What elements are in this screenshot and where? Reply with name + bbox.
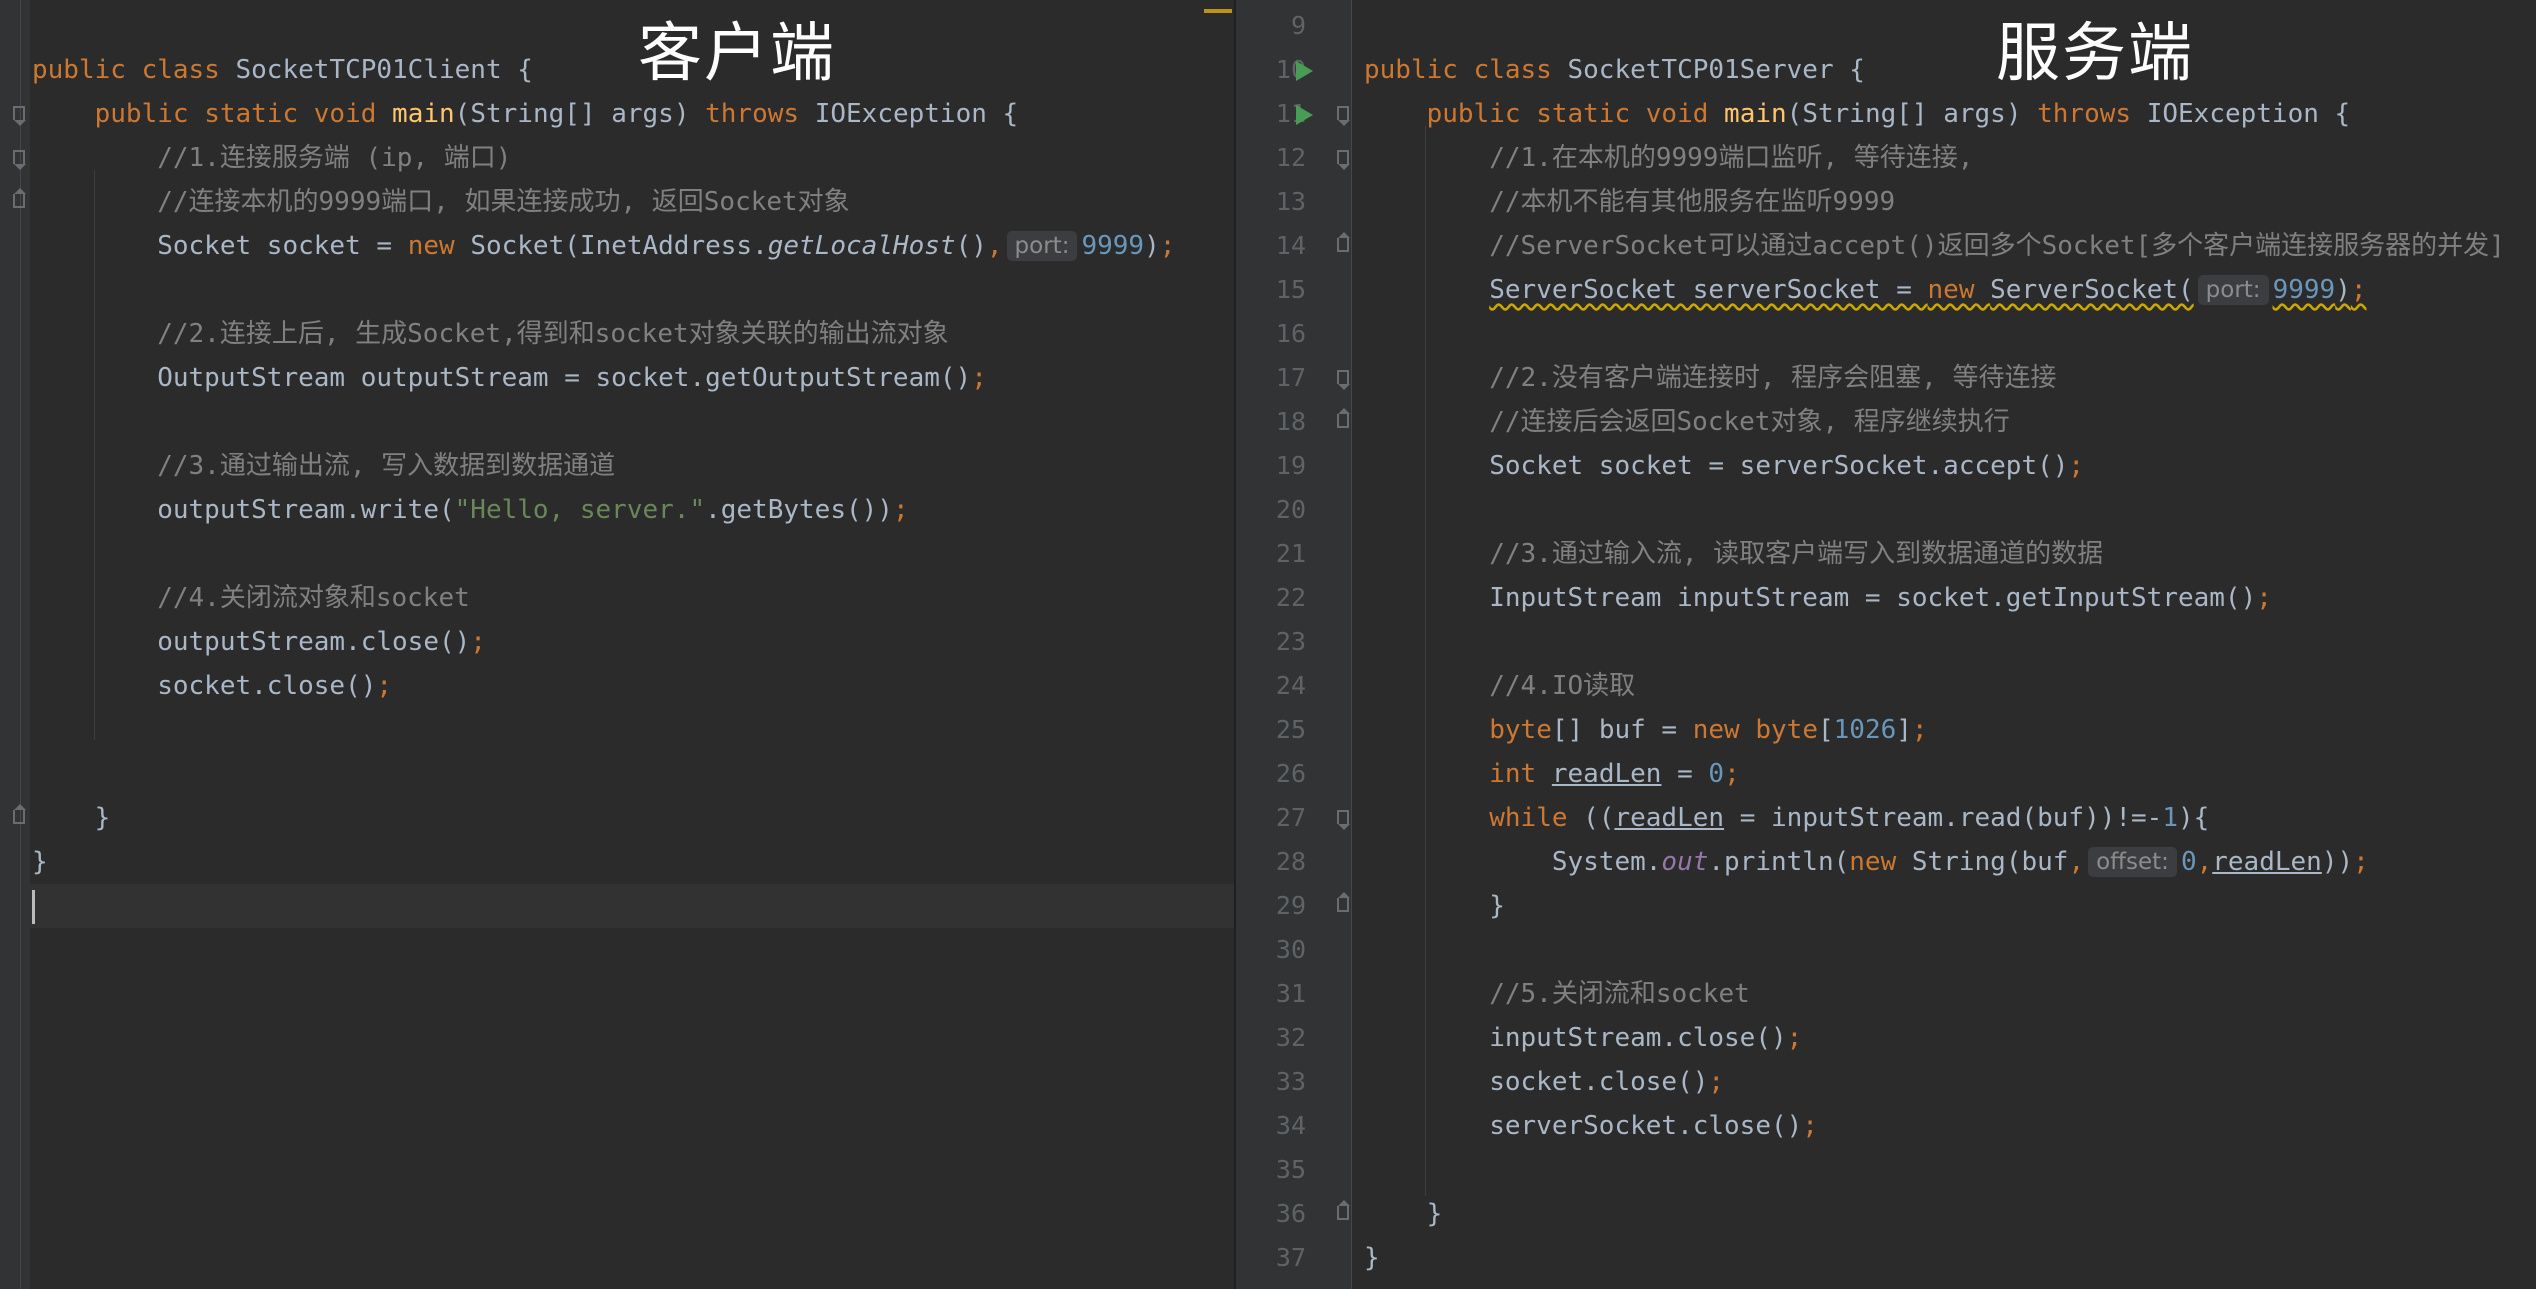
- server-code-area[interactable]: 9 10 public class SocketTCP01Server { 11…: [1236, 0, 2536, 1289]
- line-number: 20: [1275, 495, 1306, 524]
- fold-toggle-icon[interactable]: [13, 804, 26, 824]
- code-line: }: [32, 847, 48, 877]
- client-editor-pane[interactable]: public class SocketTCP01Client { public …: [0, 0, 1234, 1289]
- line-number: 23: [1275, 627, 1306, 656]
- fold-toggle-icon[interactable]: [13, 106, 26, 126]
- line-number: 14: [1275, 231, 1306, 260]
- line-number: 24: [1275, 671, 1306, 700]
- line-number: 31: [1275, 979, 1306, 1008]
- server-editor-pane[interactable]: 9 10 public class SocketTCP01Server { 11…: [1236, 0, 2536, 1289]
- line-number: 12: [1275, 143, 1306, 172]
- fold-toggle-icon[interactable]: [1337, 892, 1350, 912]
- client-label: 客户端: [638, 17, 836, 91]
- fold-toggle-icon[interactable]: [1337, 370, 1350, 390]
- param-hint-port: port:: [1006, 231, 1078, 261]
- code-line: //2.连接上后, 生成Socket,得到和socket对象关联的输出流对象: [0, 312, 1234, 356]
- run-icon[interactable]: [1296, 61, 1313, 81]
- code-comment: //连接本机的9999端口, 如果连接成功, 返回Socket对象: [32, 187, 850, 217]
- code-line: public static void main(String[] args) t…: [0, 92, 1234, 136]
- line-number: 33: [1275, 1067, 1306, 1096]
- line-number: 30: [1275, 935, 1306, 964]
- line-number: 36: [1275, 1199, 1306, 1228]
- fold-toggle-icon[interactable]: [1337, 810, 1350, 830]
- code-line: }: [0, 796, 1234, 840]
- line-number: 13: [1275, 187, 1306, 216]
- fold-toggle-icon[interactable]: [1337, 106, 1350, 126]
- code-line: socket.close();: [32, 671, 393, 701]
- current-line[interactable]: [30, 884, 1234, 928]
- code-comment: //1.连接服务端 (ip, 端口): [32, 143, 512, 173]
- code-comment: //3.通过输入流, 读取客户端写入到数据通道的数据: [1364, 539, 2104, 569]
- line-number: 22: [1275, 583, 1306, 612]
- fold-toggle-icon[interactable]: [13, 188, 26, 208]
- line-number: 9: [1290, 11, 1306, 40]
- fold-toggle-icon[interactable]: [1337, 408, 1350, 428]
- line-number: 25: [1275, 715, 1306, 744]
- code-comment: //1.在本机的9999端口监听, 等待连接,: [1364, 143, 1974, 173]
- code-comment: //5.关闭流和socket: [1364, 979, 1750, 1009]
- line-number: 27: [1275, 803, 1306, 832]
- fold-toggle-icon[interactable]: [13, 150, 26, 170]
- line-number: 19: [1275, 451, 1306, 480]
- fold-toggle-icon[interactable]: [1337, 150, 1350, 170]
- code-line: public class SocketTCP01Client {: [32, 55, 533, 85]
- code-line: outputStream.write("Hello, server.".getB…: [32, 495, 909, 525]
- code-comment: //连接后会返回Socket对象, 程序继续执行: [1364, 407, 2010, 437]
- code-comment: //ServerSocket可以通过accept()返回多个Socket[多个客…: [1364, 231, 2505, 261]
- code-comment: //4.IO读取: [1364, 671, 1636, 701]
- line-number: 17: [1275, 363, 1306, 392]
- line-number: 15: [1275, 275, 1306, 304]
- text-caret: [32, 890, 35, 924]
- code-line: //1.连接服务端 (ip, 端口): [0, 136, 1234, 180]
- line-number: 26: [1275, 759, 1306, 788]
- code-line: //连接本机的9999端口, 如果连接成功, 返回Socket对象: [0, 180, 1234, 224]
- client-code-area[interactable]: public class SocketTCP01Client { public …: [0, 0, 1234, 1289]
- code-line: OutputStream outputStream = socket.getOu…: [32, 363, 987, 393]
- line-number: 34: [1275, 1111, 1306, 1140]
- line-number: 18: [1275, 407, 1306, 436]
- line-number: 32: [1275, 1023, 1306, 1052]
- code-comment: //2.连接上后, 生成Socket,得到和socket对象关联的输出流对象: [32, 319, 949, 349]
- code-line: Socket socket = new Socket(InetAddress.g…: [32, 231, 1176, 261]
- line-number: 21: [1275, 539, 1306, 568]
- run-icon[interactable]: [1296, 105, 1313, 125]
- code-comment: //3.通过输出流, 写入数据到数据通道: [32, 451, 616, 481]
- warning-marker[interactable]: [1204, 9, 1232, 13]
- fold-toggle-icon[interactable]: [1337, 1200, 1350, 1220]
- code-comment: //4.关闭流对象和socket: [32, 583, 470, 613]
- line-number: 37: [1275, 1243, 1306, 1272]
- line-number: 16: [1275, 319, 1306, 348]
- line-number: 28: [1275, 847, 1306, 876]
- code-line: outputStream.close();: [32, 627, 486, 657]
- server-label: 服务端: [1996, 17, 2194, 91]
- code-comment: //2.没有客户端连接时, 程序会阻塞, 等待连接: [1364, 363, 2057, 393]
- fold-toggle-icon[interactable]: [1337, 232, 1350, 252]
- code-line: //3.通过输出流, 写入数据到数据通道: [0, 444, 1234, 488]
- param-hint-offset: offset:: [2088, 847, 2177, 877]
- code-comment: //本机不能有其他服务在监听9999: [1364, 187, 1896, 217]
- param-hint-port: port:: [2197, 275, 2269, 305]
- line-number: 29: [1275, 891, 1306, 920]
- code-line: //4.关闭流对象和socket: [0, 576, 1234, 620]
- line-number: 35: [1275, 1155, 1306, 1184]
